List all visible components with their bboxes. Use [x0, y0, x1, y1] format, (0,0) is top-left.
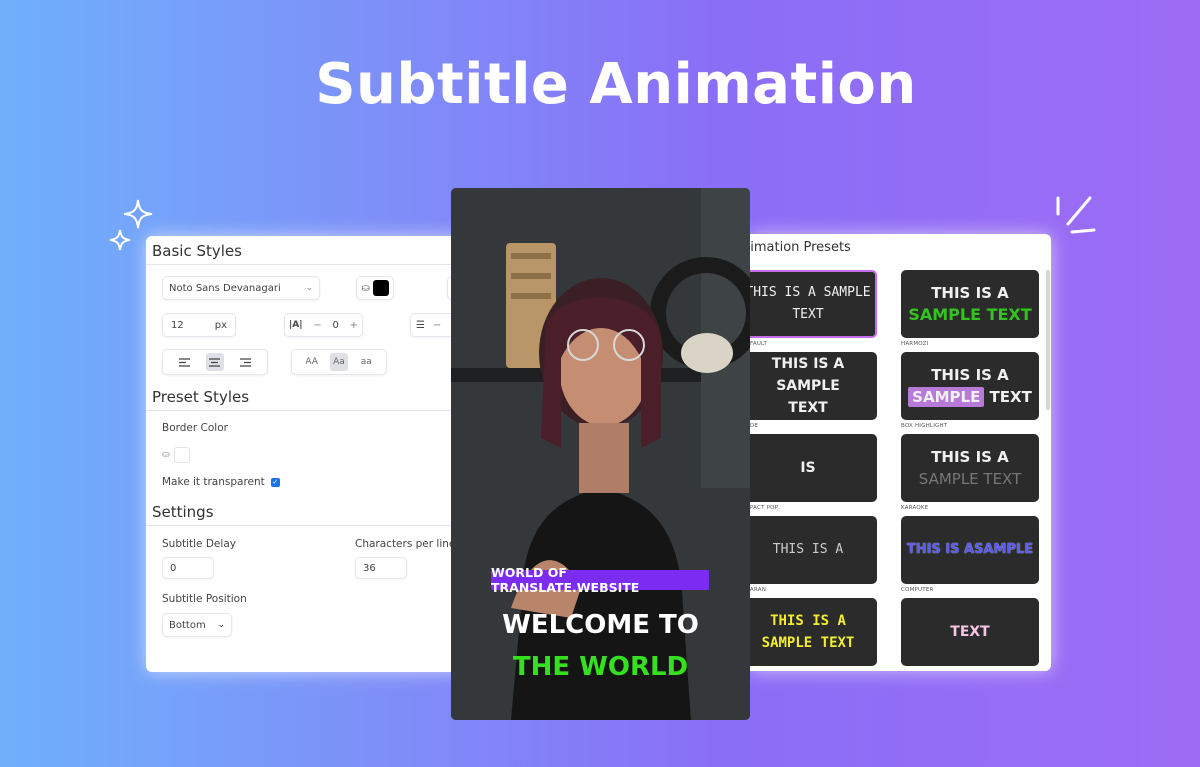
preset-card-impact-pop[interactable]: IS	[750, 434, 877, 502]
align-right-icon[interactable]	[237, 353, 255, 371]
video-watermark-badge: WORLD OF TRANSLATE.WEBSITE	[491, 565, 709, 595]
font-family-value: Noto Sans Devanagari	[169, 282, 281, 294]
preset-text-line: THIS IS A	[931, 448, 1009, 466]
preset-label: ARAN	[750, 587, 767, 593]
preset-card-pink[interactable]: TEXT	[901, 598, 1039, 666]
preset-text-line: THIS IS A	[931, 366, 1009, 384]
preset-text-line: IS	[800, 460, 816, 476]
preset-styles-heading: Preset Styles	[152, 388, 250, 406]
letter-spacing-value: 0	[332, 319, 339, 331]
text-color-picker[interactable]: ⛀	[356, 276, 394, 300]
align-left-icon[interactable]	[175, 353, 193, 371]
decrement-button[interactable]: −	[433, 320, 441, 331]
video-frame-illustration	[451, 188, 750, 720]
highlight-word: SAMPLE	[908, 387, 985, 407]
chevron-down-icon: ⌄	[217, 620, 225, 630]
preset-text-line: SAMPLE TEXT	[761, 635, 855, 651]
letter-spacing-icon: |A|	[289, 320, 303, 330]
animation-presets-panel: nimation Presets THIS IS A SAMPLE TEXT F…	[750, 234, 1051, 671]
font-size-unit: px	[214, 319, 227, 331]
preset-text-line: SAMPLE TEXT	[908, 305, 1032, 324]
preset-text-line: THIS IS A	[770, 613, 846, 629]
video-preview[interactable]: WORLD OF TRANSLATE.WEBSITE WELCOME TO TH…	[451, 188, 750, 720]
font-family-select[interactable]: Noto Sans Devanagari ⌄	[162, 276, 320, 300]
divider	[146, 525, 466, 526]
characters-per-line-label: Characters per line	[355, 538, 456, 550]
preset-label: BOX HIGHLIGHT	[901, 423, 948, 429]
alignment-group	[162, 349, 268, 375]
subtitle-position-select[interactable]: Bottom ⌄	[162, 613, 232, 637]
subtitle-delay-value: 0	[170, 562, 177, 574]
preset-label: KARAOKE	[901, 505, 929, 511]
subtitle-position-label: Subtitle Position	[162, 593, 247, 605]
styles-panel: Basic Styles Noto Sans Devanagari ⌄ ⛀ 12…	[146, 236, 466, 672]
preset-card-default[interactable]: THIS IS A SAMPLE TEXT	[750, 270, 877, 338]
subtitle-line-1: WELCOME TO	[502, 610, 699, 640]
preset-card-typewriter[interactable]: THIS IS A	[750, 516, 877, 584]
letter-spacing-stepper[interactable]: |A| − 0 +	[284, 313, 363, 337]
preset-card-box-highlight[interactable]: THIS IS A SAMPLE TEXT	[901, 352, 1039, 420]
preset-label: PACT POP	[750, 505, 779, 511]
uppercase-option[interactable]: AA	[303, 353, 321, 371]
transparent-toggle[interactable]: Make it transparent ✓	[162, 476, 280, 488]
preset-card-karaoke[interactable]: THIS IS A SAMPLE TEXT	[901, 434, 1039, 502]
scrollbar[interactable]	[1046, 270, 1050, 410]
preset-label: COMPUTER	[901, 587, 934, 593]
preset-text-line: THIS IS ASAMPLE	[906, 542, 1034, 557]
border-color-label: Border Color	[162, 422, 228, 434]
case-group: AA Aa aa	[291, 349, 387, 375]
color-swatch	[173, 447, 190, 463]
preset-text-line: TEXT	[792, 307, 824, 322]
preset-text-line: THIS IS A SAMPLE	[750, 285, 871, 300]
checkbox-checked-icon[interactable]: ✓	[270, 477, 280, 487]
titlecase-option[interactable]: Aa	[329, 353, 348, 371]
preset-card-computer[interactable]: THIS IS ASAMPLE	[901, 516, 1039, 584]
preset-label: DE	[750, 423, 759, 429]
subtitle-line-2: THE WORLD	[512, 652, 689, 682]
settings-heading: Settings	[152, 503, 214, 521]
preset-label: HARMOZI	[901, 341, 929, 347]
basic-styles-heading: Basic Styles	[152, 242, 242, 260]
animation-presets-heading: nimation Presets	[750, 240, 851, 255]
transparent-label: Make it transparent	[162, 476, 265, 488]
preset-card-yellow[interactable]: THIS IS A SAMPLE TEXT	[750, 598, 877, 666]
align-center-icon[interactable]	[205, 353, 224, 371]
preset-card-harmozi[interactable]: THIS IS A SAMPLE TEXT	[901, 270, 1039, 338]
decrement-button[interactable]: −	[313, 320, 321, 331]
preset-text-line: TEXT	[950, 624, 990, 640]
chevron-down-icon: ⌄	[305, 283, 313, 293]
subtitle-position-value: Bottom	[169, 619, 206, 631]
subtitle-delay-input[interactable]: 0	[162, 557, 214, 579]
characters-per-line-input[interactable]: 36	[355, 557, 407, 579]
subtitle-delay-label: Subtitle Delay	[162, 538, 236, 550]
divider	[146, 410, 466, 411]
preset-card-fade[interactable]: THIS IS A SAMPLE TEXT	[750, 352, 877, 420]
font-size-value: 12	[171, 319, 184, 331]
paint-bucket-icon: ⛀	[361, 282, 370, 294]
preset-text-line: THIS IS A	[931, 284, 1009, 302]
preset-text-line: TEXT	[788, 400, 828, 416]
preset-text-line: SAMPLE TEXT	[908, 386, 1032, 408]
preset-text-line: SAMPLE TEXT	[918, 470, 1022, 488]
characters-per-line-value: 36	[363, 562, 376, 574]
color-swatch	[372, 280, 389, 296]
divider	[146, 264, 466, 265]
lowercase-option[interactable]: aa	[357, 353, 375, 371]
preset-label: FAULT	[750, 341, 768, 347]
font-size-input[interactable]: 12 px	[162, 313, 236, 337]
line-height-icon: ☰	[416, 319, 425, 331]
paint-bucket-icon: ⛀	[162, 450, 170, 460]
preset-text-line: THIS IS A SAMPLE	[771, 356, 845, 394]
increment-button[interactable]: +	[350, 320, 358, 331]
hero-title: Subtitle Animation	[315, 52, 917, 117]
preset-text-line: THIS IS A	[772, 542, 844, 557]
border-color-picker[interactable]: ⛀	[162, 446, 196, 464]
emphasis-lines-icon	[1056, 196, 1096, 234]
